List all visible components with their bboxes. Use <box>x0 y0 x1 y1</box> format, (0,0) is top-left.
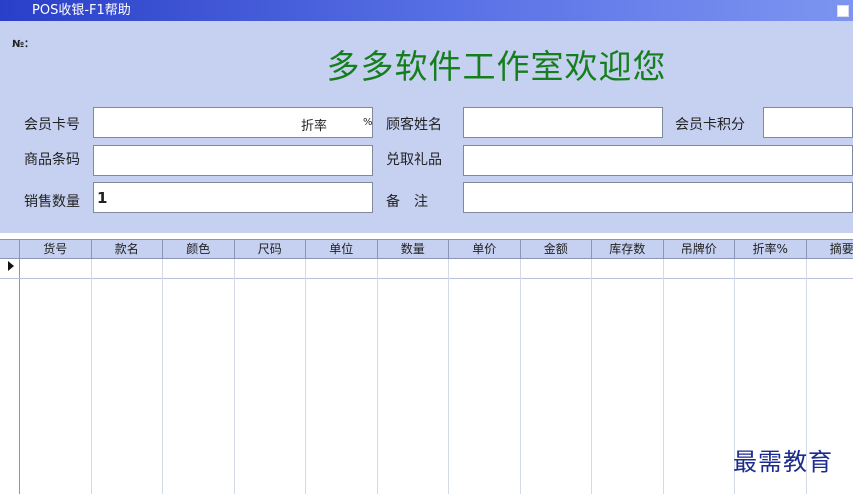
grid-column-header[interactable]: 单位 <box>306 240 378 258</box>
welcome-banner: 多多软件工作室欢迎您 <box>326 47 667 86</box>
grid-column-divider <box>162 259 163 494</box>
grid-column-header[interactable]: 款名 <box>92 240 163 258</box>
grid-column-divider <box>233 259 235 494</box>
grid-column-divider <box>448 259 449 494</box>
grid-column-header[interactable]: 数量 <box>378 240 449 258</box>
grid-column-divider <box>90 259 92 494</box>
grid-header: 货号 款名 颜色 尺码 单位 数量 单价 金额 库存数 吊牌价 折率% 摘要 <box>0 239 853 259</box>
row-indicator-column <box>0 259 20 494</box>
member-card-field[interactable]: 折率 % <box>93 107 373 138</box>
discount-unit: % <box>363 117 373 128</box>
grid-column-header[interactable]: 摘要 <box>807 240 853 258</box>
gift-field[interactable] <box>463 145 853 176</box>
sales-header-panel: №： 多多软件工作室欢迎您 会员卡号 折率 % 顾客姓名 会员卡积分 商品条码 … <box>0 21 853 233</box>
grid-column-divider <box>662 259 664 494</box>
grid-column-header[interactable]: 颜色 <box>163 240 235 258</box>
gift-label: 兑取礼品 <box>386 152 442 168</box>
grid-column-divider <box>591 259 592 494</box>
grid-column-header[interactable]: 吊牌价 <box>664 240 735 258</box>
grid-column-header[interactable]: 尺码 <box>235 240 306 258</box>
member-points-label: 会员卡积分 <box>675 117 745 133</box>
grid-column-header[interactable]: 单价 <box>449 240 521 258</box>
grid-column-divider <box>376 259 378 494</box>
grid-column-header[interactable]: 金额 <box>521 240 592 258</box>
quantity-field[interactable]: 1 <box>93 182 373 213</box>
remark-field[interactable] <box>463 182 853 213</box>
grid-row-divider <box>0 278 853 279</box>
barcode-field[interactable] <box>93 145 373 176</box>
maximize-icon[interactable] <box>837 5 849 17</box>
grid-column-divider <box>519 259 521 494</box>
sales-grid[interactable]: 货号 款名 颜色 尺码 单位 数量 单价 金额 库存数 吊牌价 折率% 摘要 <box>0 233 853 494</box>
window-title: POS收银-F1帮助 <box>32 3 131 18</box>
member-card-label: 会员卡号 <box>24 117 80 133</box>
quantity-label: 销售数量 <box>24 194 80 210</box>
remark-label: 备 注 <box>386 194 428 210</box>
current-row-indicator-icon <box>8 261 14 271</box>
watermark-text: 最需教育 <box>733 448 833 476</box>
discount-label: 折率 <box>301 119 328 134</box>
grid-column-header[interactable]: 货号 <box>20 240 92 258</box>
grid-column-divider <box>305 259 306 494</box>
grid-column-header[interactable]: 库存数 <box>592 240 664 258</box>
grid-corner-cell <box>0 240 20 258</box>
quantity-value: 1 <box>97 189 108 207</box>
customer-name-label: 顾客姓名 <box>386 117 442 133</box>
title-bar: POS收银-F1帮助 <box>0 0 853 21</box>
barcode-label: 商品条码 <box>24 152 80 168</box>
customer-name-field[interactable] <box>463 107 663 138</box>
member-points-field[interactable] <box>763 107 853 138</box>
grid-column-header[interactable]: 折率% <box>735 240 807 258</box>
